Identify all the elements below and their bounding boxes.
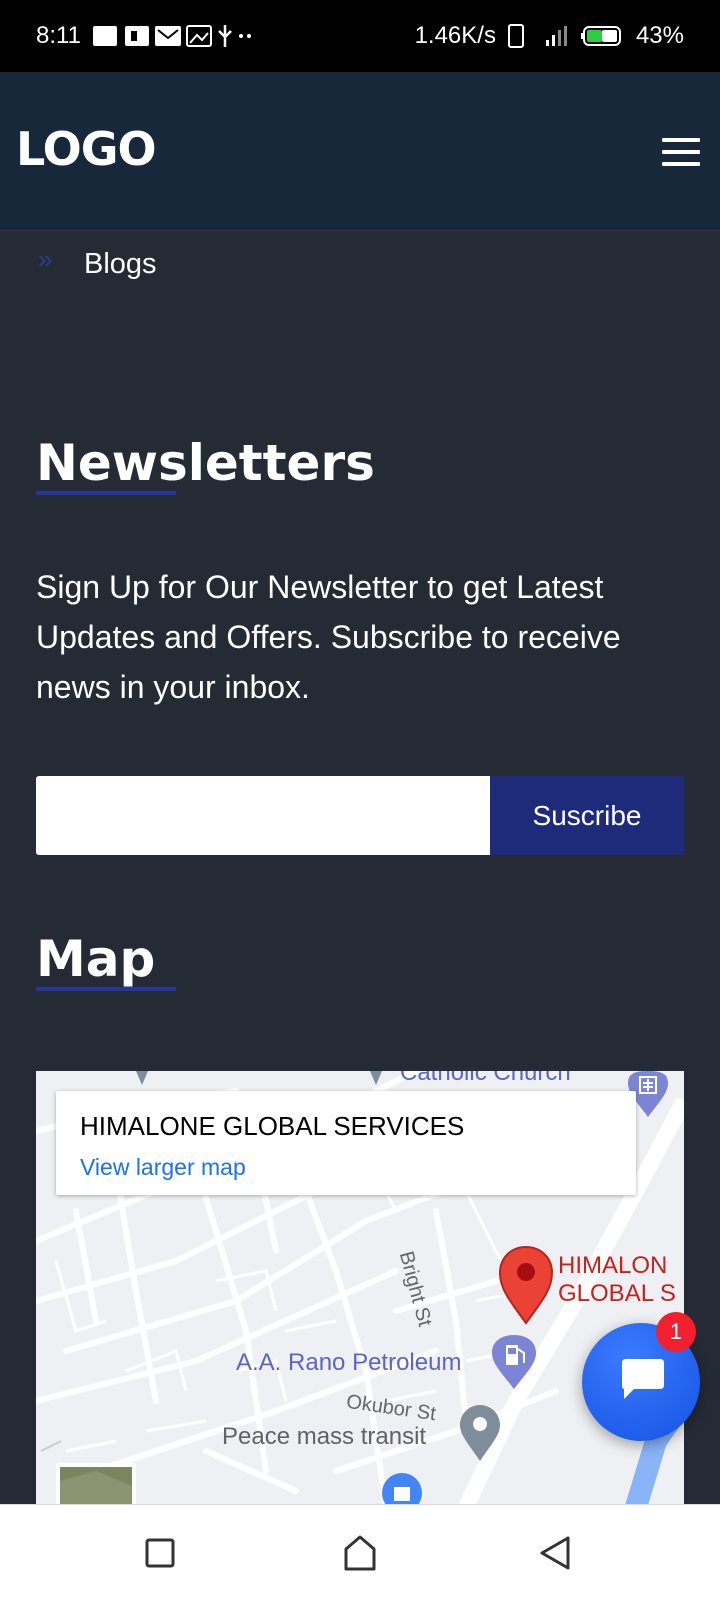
breadcrumb: » Blogs [38,244,157,281]
map-label-petroleum: A.A. Rano Petroleum [236,1349,462,1376]
double-chevron-right-icon: » [38,244,53,274]
network-speed: 1.46K/s [414,22,496,49]
map-label-church: Catholic Church [400,1071,571,1086]
notification-icons [92,25,251,47]
phone-icon [507,24,532,48]
site-logo[interactable]: LOGO [16,122,157,176]
map-pin-label-line2: GLOBAL S [558,1280,676,1307]
chat-unread-badge: 1 [656,1312,696,1352]
back-triangle-icon[interactable] [536,1533,576,1573]
battery-icon [580,24,624,48]
map-pin-label-line1: HIMALON [558,1252,668,1279]
map-info-card: HIMALONE GLOBAL SERVICES View larger map [56,1091,636,1195]
embedded-map[interactable]: Catholic Church Bright St Okubor St A.A.… [36,1071,684,1507]
newsletter-title: Newsletters [36,434,375,492]
newsletter-title-underline [36,491,176,495]
map-title: Map [36,930,156,988]
battery-percent: 43% [635,22,684,49]
site-header: LOGO [0,72,720,231]
map-title-underline [36,987,176,991]
system-nav-bar [0,1504,720,1600]
subscribe-button[interactable]: Suscribe [490,776,684,855]
newsletter-description: Sign Up for Our Newsletter to get Latest… [36,569,621,705]
map-label-transit: Peace mass transit [222,1423,427,1450]
view-larger-map-link[interactable]: View larger map [80,1154,246,1181]
map-place-name: HIMALONE GLOBAL SERVICES [80,1111,465,1141]
breadcrumb-blogs-link[interactable]: Blogs [84,248,157,281]
home-icon[interactable] [340,1533,380,1573]
hamburger-menu-icon[interactable] [662,138,700,168]
signal-icon [544,24,568,48]
status-time: 8:11 [36,22,81,49]
newsletter-email-input[interactable] [36,776,490,855]
status-bar: 8:11 1.46K/s 43% [0,0,720,72]
square-icon[interactable] [140,1533,180,1573]
